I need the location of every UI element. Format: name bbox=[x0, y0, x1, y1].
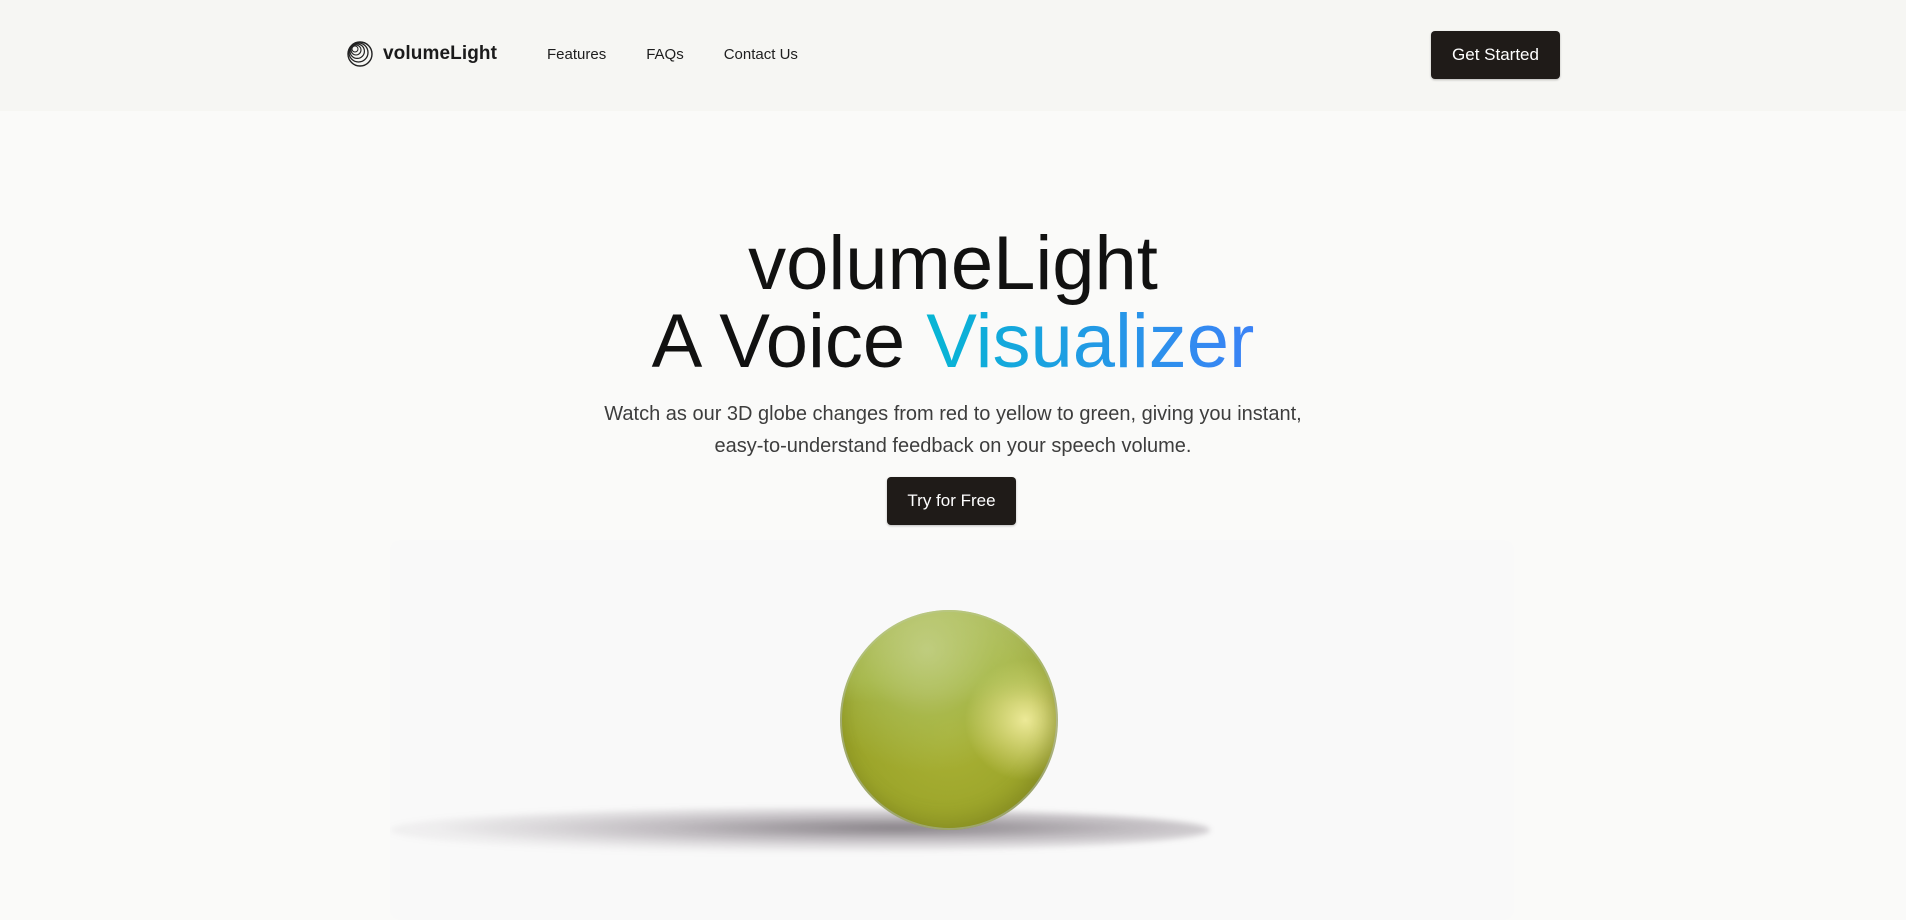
main-nav: Features FAQs Contact Us bbox=[547, 46, 798, 63]
hero-title-line2: A Voice Visualizer bbox=[0, 302, 1906, 382]
hero-title-accent: Visualizer bbox=[926, 299, 1255, 384]
try-for-free-button[interactable]: Try for Free bbox=[887, 477, 1016, 525]
3d-globe bbox=[840, 610, 1058, 830]
nav-link-features[interactable]: Features bbox=[547, 46, 606, 63]
hero-title-line1: volumeLight bbox=[748, 221, 1158, 306]
nav-link-faqs[interactable]: FAQs bbox=[646, 46, 684, 63]
globe-visualizer-scene bbox=[390, 540, 1514, 920]
hero-subtitle: Watch as our 3D globe changes from red t… bbox=[604, 403, 1302, 457]
brand-name: volumeLight bbox=[383, 43, 498, 64]
globe-shadow bbox=[390, 808, 1210, 852]
globe-highlight bbox=[840, 610, 1058, 830]
brand-logo-link[interactable]: volumeLight bbox=[347, 41, 497, 67]
nav-link-contact-us[interactable]: Contact Us bbox=[724, 46, 798, 63]
site-header: volumeLight Features FAQs Contact Us Get… bbox=[0, 0, 1906, 111]
concentric-rings-icon bbox=[347, 41, 373, 67]
hero-title-prefix: A Voice bbox=[651, 299, 927, 384]
get-started-button[interactable]: Get Started bbox=[1431, 31, 1560, 79]
